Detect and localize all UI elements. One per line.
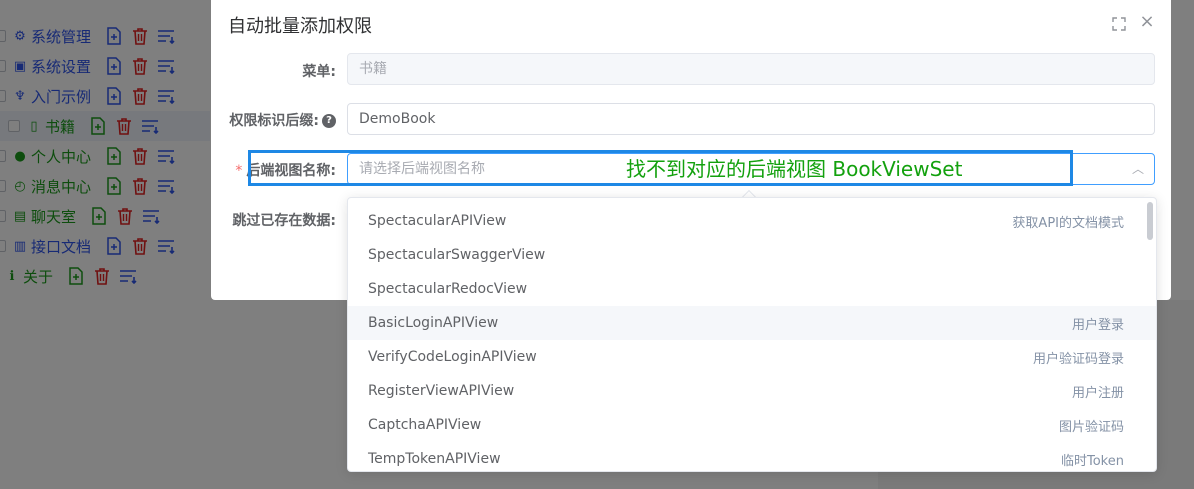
annotation-text: 找不到对应的后端视图 BookViewSet [626,157,963,181]
suffix-field-label: 权限标识后缀:? [229,110,336,130]
option-name: RegisterViewAPIView [368,383,515,399]
view-select-dropdown: SpectacularAPIView 获取API的文档模式 SpectacularS… [347,197,1157,472]
option-name: SpectacularAPIView [368,213,507,229]
suffix-field-value: DemoBook [359,111,436,127]
dropdown-option[interactable]: CaptchaAPIView 图片验证码 [348,408,1156,442]
option-name: VerifyCodeLoginAPIView [368,349,537,365]
option-name: SpectacularSwaggerView [368,247,546,263]
option-description: 获取API的文档模式 [1012,215,1124,231]
suffix-field-label-text: 权限标识后缀: [229,113,319,129]
menu-field-input: 书籍 [347,53,1155,85]
menu-field-value: 书籍 [359,61,387,77]
option-name: TempTokenAPIView [368,451,501,467]
option-name: SpectacularRedocView [368,281,528,297]
close-icon[interactable]: × [1139,13,1155,31]
required-star: * [235,163,243,179]
fullscreen-icon[interactable] [1111,16,1127,32]
dropdown-option[interactable]: TempTokenAPIView 临时Token [348,442,1156,471]
chevron-up-icon: ︿ [1131,162,1144,176]
dropdown-option[interactable]: SpectacularAPIView 获取API的文档模式 [348,204,1156,238]
dropdown-option[interactable]: VerifyCodeLoginAPIView 用户验证码登录 [348,340,1156,374]
option-name: BasicLoginAPIView [368,315,499,331]
dropdown-option[interactable]: BasicLoginAPIView 用户登录 [348,306,1156,340]
dropdown-scrollbar[interactable] [1147,202,1153,240]
option-name: CaptchaAPIView [368,417,482,433]
dropdown-option[interactable]: SpectacularRedocView [348,272,1156,306]
menu-field-label: 菜单: [302,64,336,80]
dropdown-option[interactable]: SpectacularSwaggerView [348,238,1156,272]
skip-field-label: 跳过已存在数据: [232,213,336,229]
option-description: 用户验证码登录 [1032,351,1124,367]
help-icon[interactable]: ? [322,114,336,128]
option-description: 临时Token [1061,453,1124,469]
dropdown-option[interactable]: RegisterViewAPIView 用户注册 [348,374,1156,408]
option-description: 图片验证码 [1058,419,1124,435]
option-description: 用户注册 [1071,385,1124,401]
option-description: 用户登录 [1071,317,1124,333]
suffix-field-input[interactable]: DemoBook [347,103,1155,135]
dialog-title: 自动批量添加权限 [228,16,372,37]
